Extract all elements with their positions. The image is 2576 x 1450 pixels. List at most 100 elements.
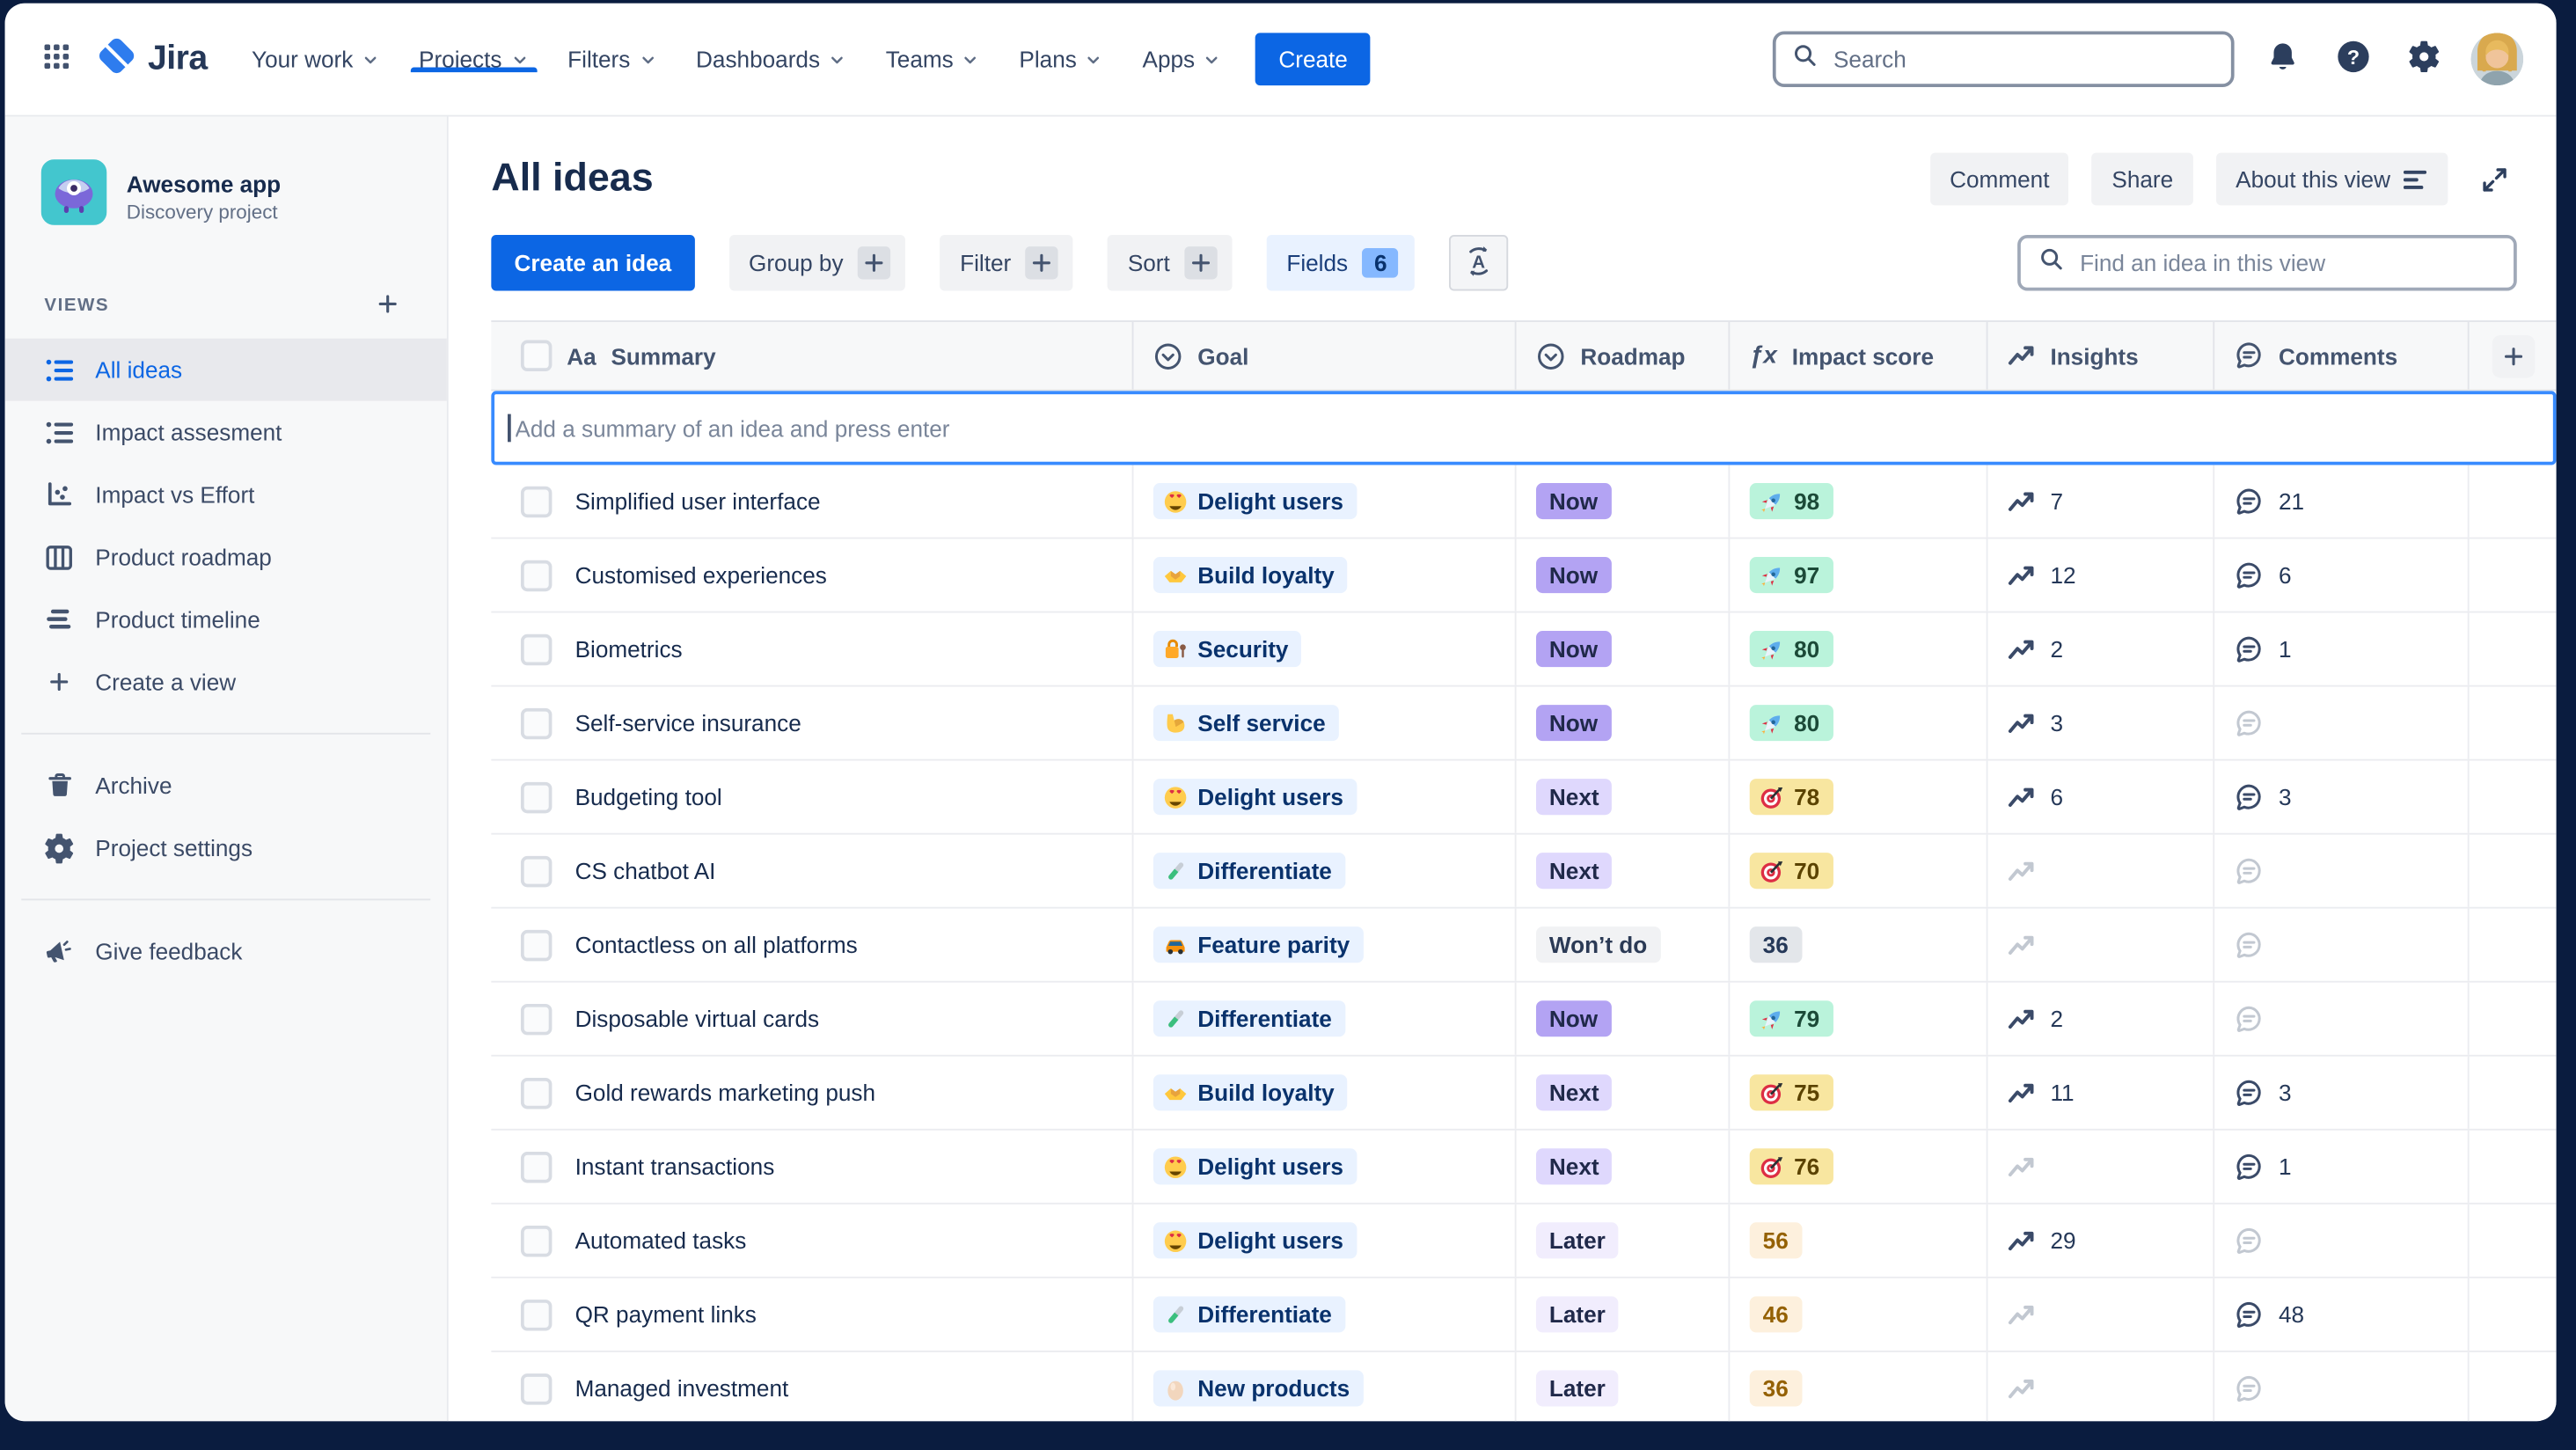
roadmap-cell[interactable]: Now — [1517, 982, 1731, 1055]
project-header[interactable]: Awesome app Discovery project — [31, 159, 421, 233]
sidebar-item-all-ideas[interactable]: All ideas — [4, 338, 447, 401]
goal-chip[interactable]: Differentiate — [1153, 1000, 1345, 1037]
comments-cell[interactable] — [2214, 1204, 2470, 1277]
add-column-plus-icon[interactable] — [2491, 334, 2535, 377]
impact-score-chip[interactable]: 75 — [1749, 1074, 1833, 1111]
impact-score-chip[interactable]: 76 — [1749, 1148, 1833, 1185]
nav-item-projects[interactable]: Projects — [400, 46, 545, 73]
roadmap-cell[interactable]: Now — [1517, 686, 1731, 759]
comment-button[interactable]: Comment — [1929, 152, 2069, 206]
roadmap-cell[interactable]: Now — [1517, 612, 1731, 685]
row-checkbox[interactable] — [520, 1373, 553, 1404]
row-checkbox[interactable] — [520, 780, 553, 813]
goal-chip[interactable]: Delight users — [1153, 779, 1357, 816]
goal-chip[interactable]: Delight users — [1153, 1148, 1357, 1185]
impact-score-chip[interactable]: 79 — [1749, 1000, 1833, 1037]
nav-item-your-work[interactable]: Your work — [233, 46, 397, 72]
summary-cell[interactable]: Instant transactions — [491, 1130, 1134, 1203]
insights-cell[interactable]: 2 — [1987, 612, 2215, 685]
roadmap-chip[interactable]: Now — [1535, 705, 1612, 742]
impact-score-cell[interactable]: 46 — [1730, 1278, 1988, 1351]
summary-cell[interactable]: Disposable virtual cards — [491, 982, 1134, 1055]
add-view-plus-icon[interactable] — [368, 286, 407, 326]
roadmap-chip[interactable]: Now — [1535, 557, 1612, 594]
row-checkbox[interactable] — [520, 854, 553, 887]
impact-score-cell[interactable]: 80 — [1730, 686, 1988, 759]
roadmap-cell[interactable]: Now — [1517, 538, 1731, 611]
impact-score-chip[interactable]: 70 — [1749, 853, 1833, 890]
nav-item-apps[interactable]: Apps — [1124, 46, 1240, 72]
insights-cell[interactable] — [1987, 908, 2215, 981]
summary-cell[interactable]: Customised experiences — [491, 538, 1134, 611]
summary-cell[interactable]: Contactless on all platforms — [491, 908, 1134, 981]
goal-cell[interactable]: Differentiate — [1133, 982, 1517, 1055]
group-by-button[interactable]: Group by — [728, 235, 906, 291]
impact-score-chip[interactable]: 97 — [1749, 557, 1833, 594]
goal-cell[interactable]: New products — [1133, 1351, 1517, 1422]
impact-score-chip[interactable]: 56 — [1749, 1222, 1802, 1259]
goal-chip[interactable]: Feature parity — [1153, 926, 1364, 963]
comments-cell[interactable] — [2214, 982, 2470, 1055]
goal-cell[interactable]: Self service — [1133, 686, 1517, 759]
nav-item-filters[interactable]: Filters — [550, 46, 675, 72]
impact-score-chip[interactable]: 80 — [1749, 631, 1833, 668]
roadmap-chip[interactable]: Later — [1535, 1222, 1619, 1259]
goal-chip[interactable]: Self service — [1153, 705, 1339, 742]
roadmap-cell[interactable]: Later — [1517, 1278, 1731, 1351]
impact-score-cell[interactable]: 56 — [1730, 1204, 1988, 1277]
row-checkbox[interactable] — [520, 485, 553, 517]
roadmap-cell[interactable]: Next — [1517, 1130, 1731, 1203]
goal-cell[interactable]: Feature parity — [1133, 908, 1517, 981]
goal-chip[interactable]: Build loyalty — [1153, 1074, 1348, 1111]
impact-score-cell[interactable]: 98 — [1730, 465, 1988, 538]
insights-cell[interactable]: 2 — [1987, 982, 2215, 1055]
goal-cell[interactable]: Security — [1133, 612, 1517, 685]
insights-cell[interactable]: 11 — [1987, 1056, 2215, 1129]
goal-cell[interactable]: Delight users — [1133, 1204, 1517, 1277]
row-checkbox[interactable] — [520, 559, 553, 591]
column-header-roadmap[interactable]: Roadmap — [1517, 322, 1731, 390]
summary-cell[interactable]: Simplified user interface — [491, 465, 1134, 538]
comments-cell[interactable] — [2214, 834, 2470, 907]
sidebar-item-project-settings[interactable]: Project settings — [5, 817, 447, 879]
summary-cell[interactable]: Gold rewards marketing push — [491, 1056, 1134, 1129]
nav-item-dashboards[interactable]: Dashboards — [678, 46, 865, 72]
impact-score-cell[interactable]: 76 — [1730, 1130, 1988, 1203]
goal-cell[interactable]: Build loyalty — [1133, 538, 1517, 611]
row-checkbox[interactable] — [520, 1077, 553, 1109]
help-button[interactable]: ? — [2330, 36, 2375, 82]
share-button[interactable]: Share — [2092, 152, 2193, 206]
roadmap-cell[interactable]: Next — [1517, 760, 1731, 833]
comments-cell[interactable]: 3 — [2214, 760, 2470, 833]
jira-logo[interactable]: Jira — [97, 35, 208, 83]
comments-cell[interactable] — [2214, 686, 2470, 759]
find-idea-input[interactable] — [2076, 247, 2496, 278]
insights-cell[interactable]: 12 — [1987, 538, 2215, 611]
summary-cell[interactable]: Budgeting tool — [491, 760, 1134, 833]
create-button[interactable]: Create — [1255, 33, 1372, 86]
insights-cell[interactable] — [1987, 834, 2215, 907]
fields-button[interactable]: Fields 6 — [1266, 235, 1416, 291]
impact-score-chip[interactable]: 36 — [1749, 926, 1802, 963]
translate-icon[interactable]: A — [1449, 235, 1509, 291]
goal-cell[interactable]: Delight users — [1133, 1130, 1517, 1203]
impact-score-cell[interactable]: 75 — [1730, 1056, 1988, 1129]
create-an-idea-button[interactable]: Create an idea — [491, 235, 695, 291]
insights-cell[interactable] — [1987, 1278, 2215, 1351]
row-checkbox[interactable] — [520, 633, 553, 665]
summary-cell[interactable]: Managed investment — [491, 1351, 1134, 1422]
insights-cell[interactable]: 6 — [1987, 760, 2215, 833]
goal-chip[interactable]: Differentiate — [1153, 1296, 1345, 1333]
comments-cell[interactable] — [2214, 1351, 2470, 1422]
goal-chip[interactable]: Differentiate — [1153, 853, 1345, 890]
impact-score-cell[interactable]: 79 — [1730, 982, 1988, 1055]
sidebar-item-product-roadmap[interactable]: Product roadmap — [5, 526, 447, 589]
goal-chip[interactable]: Security — [1153, 631, 1302, 668]
insights-cell[interactable] — [1987, 1130, 2215, 1203]
roadmap-cell[interactable]: Won’t do — [1517, 908, 1731, 981]
app-switcher-grid-icon[interactable] — [28, 31, 84, 86]
goal-chip[interactable]: Delight users — [1153, 483, 1357, 520]
roadmap-chip[interactable]: Now — [1535, 483, 1612, 520]
goal-cell[interactable]: Differentiate — [1133, 834, 1517, 907]
comments-cell[interactable]: 1 — [2214, 1130, 2470, 1203]
